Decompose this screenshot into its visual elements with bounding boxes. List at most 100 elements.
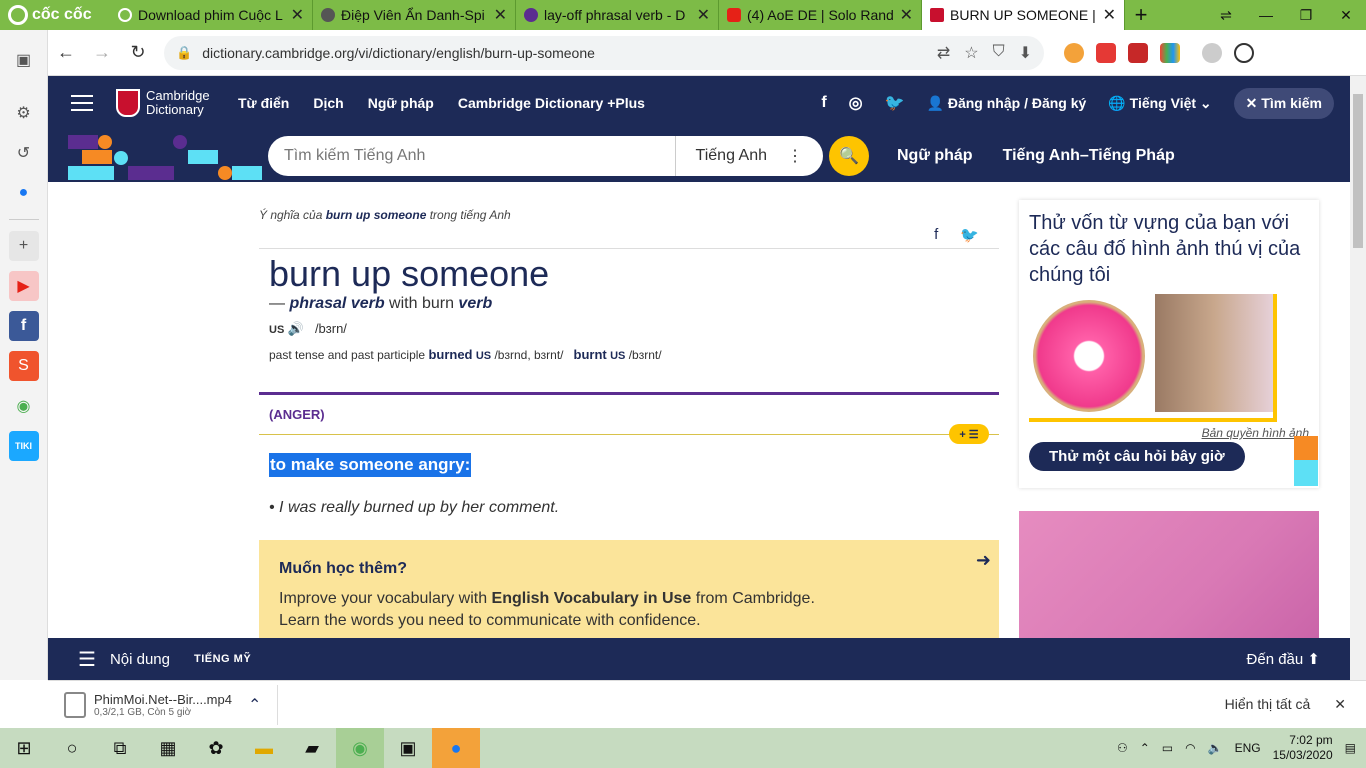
timer-ext-icon[interactable] xyxy=(1234,42,1254,63)
share-twitter-icon[interactable]: 🐦 xyxy=(960,226,979,244)
cambridge-logo[interactable]: Cambridge Dictionary xyxy=(116,89,226,117)
sticky-notes-icon[interactable]: ▰ xyxy=(288,728,336,768)
close-tab-icon[interactable]: ✕ xyxy=(291,5,304,25)
reload-icon[interactable]: ↻ xyxy=(120,42,156,63)
toc-button[interactable]: ☰ Nội dung xyxy=(48,647,170,672)
news-ext-icon[interactable] xyxy=(1096,42,1116,63)
nav-translate[interactable]: Dịch xyxy=(301,95,355,111)
band-link-en-fr[interactable]: Tiếng Anh–Tiếng Pháp xyxy=(1003,147,1175,165)
notifications-icon[interactable]: ▤ xyxy=(1345,741,1356,755)
add-to-wordlist-button[interactable]: + ☰ xyxy=(949,424,989,444)
add-sidebar-app-icon[interactable]: + xyxy=(8,231,39,261)
app-icon[interactable]: ✿ xyxy=(192,728,240,768)
new-tab-icon[interactable]: + xyxy=(1125,2,1157,28)
learn-more-promo[interactable]: Muốn học thêm? Improve your vocabulary w… xyxy=(259,540,999,638)
coccoc-logo-icon xyxy=(8,5,28,25)
coccoc-brand[interactable]: cốc cốc xyxy=(0,0,110,30)
login-link[interactable]: 👤 Đăng nhập / Đăng ký xyxy=(927,95,1087,112)
form1-ipa: /bɜrnd, bɜrnt/ xyxy=(494,348,564,362)
close-downloads-icon[interactable]: ✕ xyxy=(1334,696,1346,713)
sidebar-panel-icon[interactable]: ▣ xyxy=(9,45,39,75)
audio-speaker-icon[interactable]: 🔊 xyxy=(288,321,304,336)
tab-diep-vien[interactable]: Điệp Viên Ẩn Danh-Spi ✕ xyxy=(313,0,516,30)
advertisement[interactable] xyxy=(1019,511,1319,638)
messenger-icon[interactable]: ● xyxy=(9,178,39,208)
translate-icon[interactable]: ⇄ xyxy=(937,43,950,63)
cortana-search-icon[interactable]: ○ xyxy=(48,728,96,768)
nav-plus[interactable]: Cambridge Dictionary +Plus xyxy=(446,95,657,111)
coccoc-taskbar-icon[interactable]: ◉ xyxy=(336,728,384,768)
app-icon[interactable]: ▦ xyxy=(144,728,192,768)
facebook-icon[interactable]: f xyxy=(821,94,826,112)
search-icon[interactable]: 🔍 xyxy=(829,136,869,176)
grid-ext-icon[interactable] xyxy=(1160,42,1180,63)
history-icon[interactable]: ↺ xyxy=(9,138,39,168)
volume-icon[interactable]: 🔈 xyxy=(1208,741,1223,755)
input-language[interactable]: ENG xyxy=(1235,741,1261,755)
clock[interactable]: 7:02 pm 15/03/2020 xyxy=(1273,733,1333,763)
close-tab-icon[interactable]: ✕ xyxy=(494,5,507,25)
search-input[interactable]: Tìm kiếm Tiếng Anh Tiếng Anh ⋮ xyxy=(268,136,823,176)
quiz-images[interactable] xyxy=(1029,294,1277,422)
dialect-tab[interactable]: TIẾNG MỸ xyxy=(194,653,251,665)
tab-aoe[interactable]: (4) AoE DE | Solo Rando ✕ xyxy=(719,0,922,30)
instagram-icon[interactable]: ◎ xyxy=(849,93,863,113)
menu-icon[interactable] xyxy=(48,95,116,111)
download-item[interactable]: PhimMoi.Net--Bir....mp4 0,3/2,1 GB, Còn … xyxy=(48,684,278,725)
url-field[interactable]: 🔒 dictionary.cambridge.org/vi/dictionary… xyxy=(164,35,1044,70)
page-scrollbar[interactable] xyxy=(1350,76,1366,680)
task-view-icon[interactable]: ⧉ xyxy=(96,728,144,768)
dictionary-entry: Ý nghĩa của burn up someone trong tiếng … xyxy=(259,208,999,517)
twitter-icon[interactable]: 🐦 xyxy=(885,93,905,113)
forward-icon[interactable]: → xyxy=(84,42,120,63)
windows-start-icon[interactable]: ⊞ xyxy=(0,728,48,768)
wifi-icon[interactable]: ◠ xyxy=(1185,741,1195,755)
chevron-up-icon[interactable]: ⌃ xyxy=(1140,741,1150,755)
close-tab-icon[interactable]: ✕ xyxy=(697,5,710,25)
close-window-icon[interactable]: ✕ xyxy=(1326,7,1366,24)
coccoc-extension-icon[interactable]: ◉ xyxy=(9,391,39,421)
back-to-top-button[interactable]: Đến đầu ⬆ xyxy=(1247,650,1350,668)
share-facebook-icon[interactable]: f xyxy=(934,226,938,244)
youtube-icon[interactable]: ▶ xyxy=(8,271,39,301)
nav-grammar[interactable]: Ngữ pháp xyxy=(356,95,446,111)
settings-icon[interactable]: ⚙ xyxy=(9,98,39,128)
header-search-button[interactable]: ✕ Tìm kiếm xyxy=(1233,87,1334,119)
shopee-icon[interactable]: S xyxy=(8,351,39,381)
show-all-downloads[interactable]: Hiển thị tất cả xyxy=(1225,696,1311,713)
search-language-select[interactable]: Tiếng Anh ⋮ xyxy=(674,136,823,176)
band-link-grammar[interactable]: Ngữ pháp xyxy=(897,147,973,165)
tab-lay-off[interactable]: lay-off phrasal verb - D ✕ xyxy=(516,0,719,30)
zalo-icon[interactable]: ● xyxy=(432,728,480,768)
close-tab-icon[interactable]: ✕ xyxy=(900,5,913,25)
maximize-icon[interactable]: ❐ xyxy=(1286,7,1326,24)
close-tab-icon[interactable]: ✕ xyxy=(1103,5,1116,25)
restore-tabs-icon[interactable]: ⇌ xyxy=(1206,7,1246,24)
sense-block: (ANGER) + ☰ to make someone angry: • I w… xyxy=(259,392,999,517)
network-icon[interactable]: ▭ xyxy=(1162,741,1173,755)
people-icon[interactable]: ⚇ xyxy=(1117,741,1128,755)
shield-icon[interactable]: ⛉ xyxy=(993,43,1005,63)
try-quiz-button[interactable]: Thử một câu hỏi bây giờ xyxy=(1029,442,1245,471)
brand-label: cốc cốc xyxy=(32,6,92,23)
tiki-icon[interactable]: TIKI xyxy=(8,431,39,461)
tab-download-phim[interactable]: Download phim Cuộc L ✕ xyxy=(110,0,313,30)
red-ext-icon[interactable] xyxy=(1128,42,1148,63)
facebook-icon[interactable]: f xyxy=(8,311,39,341)
bookmark-star-icon[interactable]: ☆ xyxy=(964,43,978,63)
pos-verb[interactable]: verb xyxy=(458,295,492,312)
file-explorer-icon[interactable]: ▬ xyxy=(240,728,288,768)
profile-avatar-icon[interactable] xyxy=(1202,42,1222,63)
scrollbar-thumb[interactable] xyxy=(1353,94,1363,248)
nav-dictionary[interactable]: Từ điển xyxy=(226,95,301,111)
download-icon[interactable]: ⬇ xyxy=(1019,43,1032,63)
chevron-up-icon[interactable]: ⌃ xyxy=(248,695,261,715)
coccoc-ext-icon[interactable] xyxy=(1064,42,1084,63)
minimize-icon[interactable]: — xyxy=(1246,7,1286,24)
arrow-right-icon[interactable]: ➜ xyxy=(976,550,991,571)
back-icon[interactable]: ← xyxy=(48,42,84,63)
image-credit-link[interactable]: Bản quyền hình ảnh xyxy=(1029,426,1309,440)
app-icon[interactable]: ▣ xyxy=(384,728,432,768)
tab-burn-up-someone[interactable]: BURN UP SOMEONE | E ✕ xyxy=(922,0,1125,30)
language-selector[interactable]: 🌐 Tiếng Việt ⌄ xyxy=(1108,95,1211,112)
